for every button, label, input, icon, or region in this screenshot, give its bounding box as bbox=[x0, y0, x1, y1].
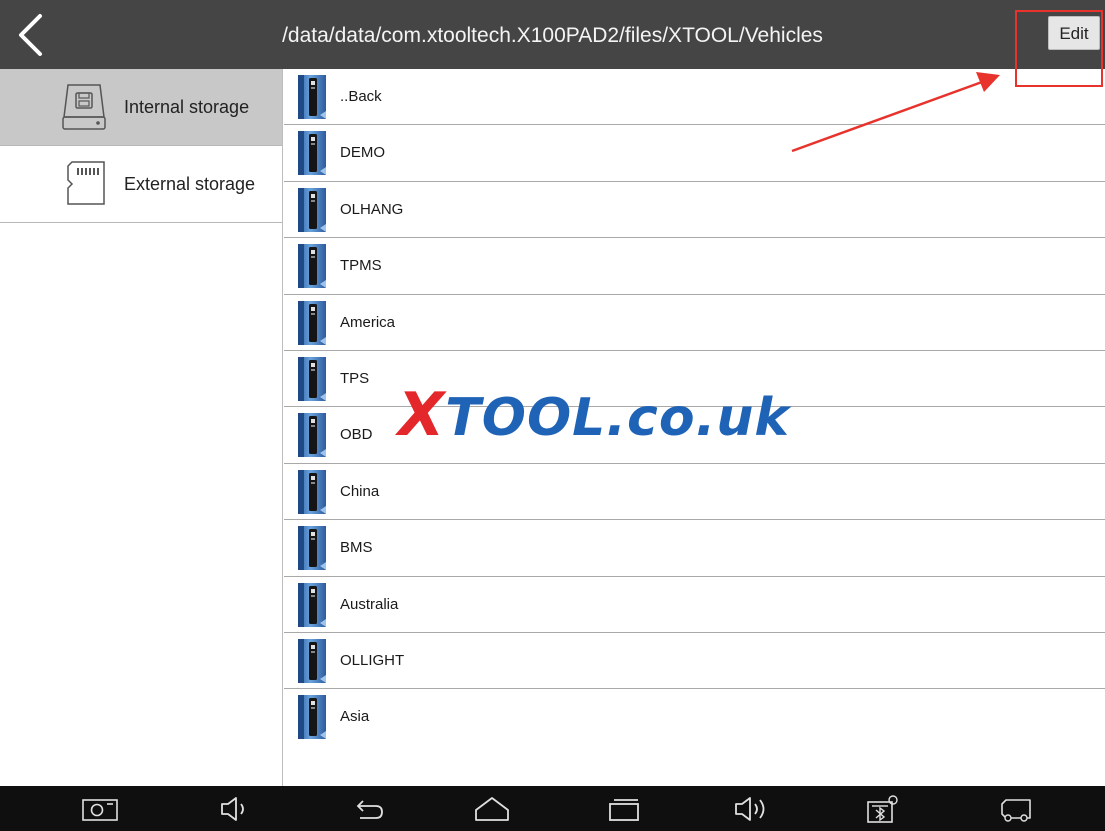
folder-icon bbox=[298, 188, 326, 232]
folder-icon bbox=[298, 583, 326, 627]
camera-icon bbox=[82, 799, 118, 821]
list-item[interactable]: DEMO bbox=[284, 125, 1105, 182]
file-name: TPMS bbox=[340, 257, 382, 275]
chevron-left-icon bbox=[19, 14, 42, 56]
list-item[interactable]: Asia bbox=[284, 689, 1105, 745]
list-item[interactable]: OLLIGHT bbox=[284, 633, 1105, 690]
folder-icon bbox=[298, 470, 326, 514]
bluetooth-settings-button[interactable] bbox=[862, 792, 902, 826]
file-name: America bbox=[340, 313, 396, 331]
file-name: TPS bbox=[340, 369, 370, 387]
list-item[interactable]: OBD bbox=[284, 407, 1105, 464]
back-icon bbox=[356, 800, 383, 819]
file-name: Australia bbox=[340, 595, 399, 613]
list-item[interactable]: America bbox=[284, 295, 1105, 351]
file-list: ..Back DEMO OLHANG TPMS America TPS OBD … bbox=[284, 69, 1105, 786]
folder-icon bbox=[298, 413, 326, 457]
file-name: OLLIGHT bbox=[340, 651, 405, 669]
folder-icon bbox=[298, 244, 326, 288]
folder-icon bbox=[298, 301, 326, 345]
file-name: Asia bbox=[340, 708, 370, 726]
file-name: China bbox=[340, 482, 380, 500]
back-button[interactable] bbox=[10, 12, 50, 58]
list-item[interactable]: BMS bbox=[284, 520, 1105, 577]
home-icon bbox=[475, 797, 509, 821]
folder-icon bbox=[298, 639, 326, 683]
sidebar-item-label: Internal storage bbox=[124, 97, 250, 117]
sd-card-icon bbox=[67, 161, 105, 205]
file-name: DEMO bbox=[340, 144, 385, 162]
file-name: OBD bbox=[340, 426, 373, 444]
volume-up-button[interactable] bbox=[732, 792, 772, 826]
nav-back-button[interactable] bbox=[348, 792, 388, 826]
system-nav-bar bbox=[0, 786, 1105, 831]
folder-icon bbox=[298, 526, 326, 570]
volume-up-icon bbox=[735, 797, 765, 821]
nav-recents-button[interactable] bbox=[604, 792, 644, 826]
folder-icon bbox=[298, 75, 326, 119]
folder-icon bbox=[298, 131, 326, 175]
folder-icon bbox=[298, 695, 326, 739]
vci-icon bbox=[1001, 799, 1031, 822]
recents-icon bbox=[609, 799, 639, 821]
path-title: /data/data/com.xtooltech.X100PAD2/files/… bbox=[282, 24, 823, 47]
vci-button[interactable] bbox=[996, 792, 1036, 826]
volume-down-button[interactable] bbox=[214, 792, 254, 826]
sidebar-item-external-storage[interactable]: External storage bbox=[0, 146, 282, 223]
list-item[interactable]: OLHANG bbox=[284, 182, 1105, 239]
hard-drive-icon bbox=[62, 84, 106, 130]
file-name: OLHANG bbox=[340, 200, 404, 218]
list-item[interactable]: TPS bbox=[284, 351, 1105, 408]
sidebar-item-label: External storage bbox=[124, 174, 256, 194]
volume-down-icon bbox=[221, 797, 244, 821]
list-item[interactable]: TPMS bbox=[284, 238, 1105, 295]
edit-button[interactable]: Edit bbox=[1048, 16, 1100, 50]
storage-sidebar: Internal storage External storage bbox=[0, 69, 283, 786]
file-name: ..Back bbox=[340, 88, 382, 105]
list-item[interactable]: Australia bbox=[284, 577, 1105, 633]
camera-button[interactable] bbox=[80, 792, 120, 826]
list-item[interactable]: ..Back bbox=[284, 69, 1105, 126]
top-bar: /data/data/com.xtooltech.X100PAD2/files/… bbox=[0, 0, 1105, 69]
folder-icon bbox=[298, 357, 326, 401]
bluetooth-settings-icon bbox=[867, 795, 898, 823]
list-item[interactable]: China bbox=[284, 464, 1105, 521]
file-name: BMS bbox=[340, 539, 373, 557]
nav-home-button[interactable] bbox=[472, 792, 512, 826]
sidebar-item-internal-storage[interactable]: Internal storage bbox=[0, 69, 282, 146]
